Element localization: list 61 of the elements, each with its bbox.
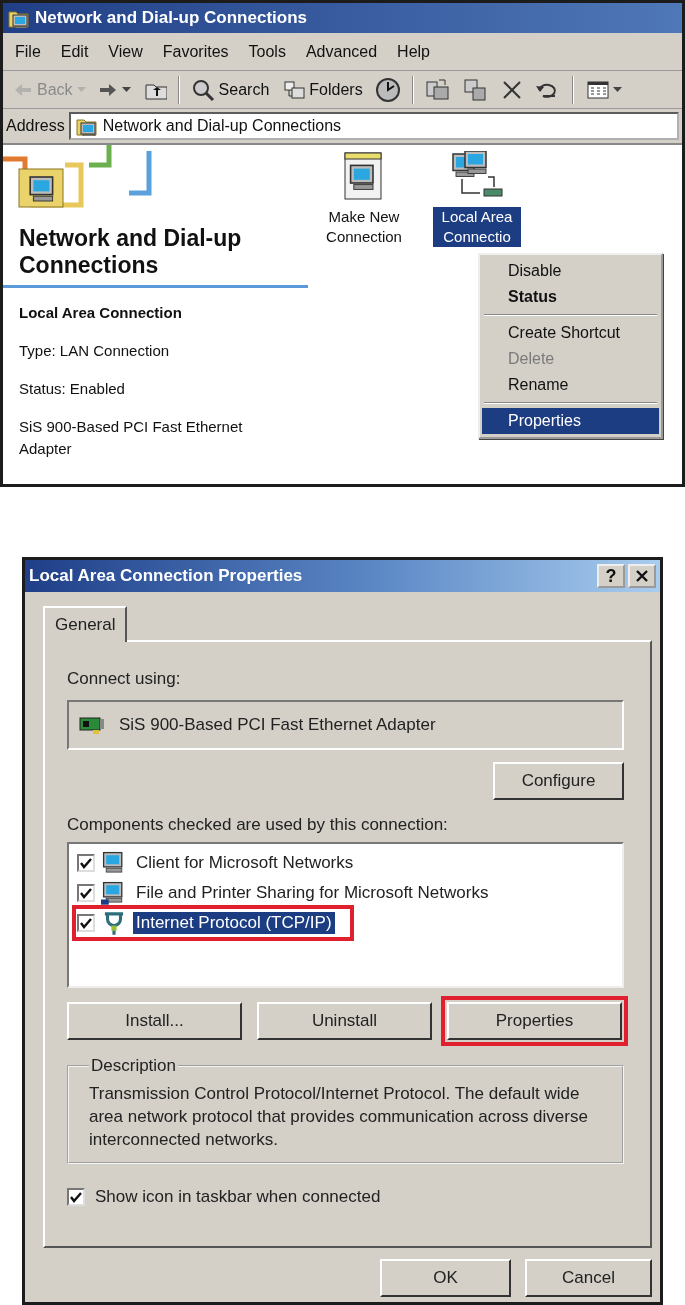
details-title: Local Area Connection	[19, 303, 183, 323]
network-folder-icon	[74, 116, 97, 136]
action-button[interactable]: Uninstall	[257, 1002, 432, 1040]
views-icon	[584, 79, 609, 100]
details-text: SiS 900-Based PCI Fast Ethernet Adapter	[19, 417, 244, 459]
group-legend: Description	[89, 1056, 179, 1076]
details-text: Status: Enabled	[19, 379, 126, 399]
toolbar-button[interactable]: Folders	[277, 77, 367, 102]
context-menu-item[interactable]: Properties	[482, 408, 659, 434]
dialog-title: Local Area Connection Properties	[29, 566, 303, 586]
action-button[interactable]: Properties	[447, 1002, 622, 1040]
network-card-icon	[79, 715, 105, 735]
menu-item[interactable]: View	[100, 39, 151, 64]
caret-icon	[76, 86, 86, 93]
clock-icon	[374, 76, 401, 103]
checkbox[interactable]	[67, 1188, 85, 1206]
adapter-field: SiS 900-Based PCI Fast Ethernet Adapter	[67, 700, 624, 750]
checkbox-label[interactable]: Show icon in taskbar when connected	[95, 1186, 381, 1208]
window-title: Network and Dial-up Connections	[35, 8, 308, 28]
context-menu-item[interactable]: Disable	[482, 258, 659, 284]
component-label[interactable]: File and Printer Sharing for Microsoft Networks	[133, 882, 492, 904]
help-button[interactable]: ?	[597, 564, 625, 588]
connect-using-label: Connect using:	[67, 668, 182, 690]
context-menu-item[interactable]: Rename	[482, 372, 659, 398]
page-heading: Network and Dial-up Connections	[19, 225, 243, 279]
address-label: Address	[6, 117, 65, 135]
checkbox[interactable]	[77, 914, 95, 932]
menu-item[interactable]: Help	[389, 39, 438, 64]
cancel-button[interactable]: Cancel	[525, 1259, 652, 1297]
close-icon	[635, 569, 649, 583]
checkbox[interactable]	[77, 854, 95, 872]
connection-label[interactable]: Make New Connection	[316, 207, 412, 247]
description-text: Transmission Control Protocol/Internet Protocol. The default wide area network protocol that provides communication across diverse interconnected networks.	[89, 1083, 589, 1151]
context-menu-item[interactable]: Create Shortcut	[482, 320, 659, 346]
menu-item[interactable]: Tools	[240, 39, 294, 64]
network-folder-icon	[7, 8, 29, 28]
address-field[interactable]: Network and Dial-up Connections	[68, 112, 679, 140]
folders-icon	[281, 79, 306, 100]
toolbar-button[interactable]: Search	[186, 75, 274, 104]
menu-item[interactable]: File	[7, 39, 49, 64]
copy-to-folder-icon	[462, 77, 489, 102]
delete-icon	[500, 78, 523, 101]
ok-button[interactable]: OK	[380, 1259, 511, 1297]
details-text: Type: LAN Connection	[19, 341, 171, 361]
menu-item[interactable]: Advanced	[297, 39, 386, 64]
components-label: Components checked are used by this connection:	[67, 814, 449, 836]
context-menu-item[interactable]: Status	[482, 284, 659, 310]
caret-icon	[121, 86, 131, 93]
menu-item[interactable]: Edit	[52, 39, 97, 64]
close-button[interactable]	[628, 564, 656, 588]
action-button[interactable]: Install...	[67, 1002, 242, 1040]
menu-item[interactable]: Favorites	[154, 39, 237, 64]
configure-button[interactable]: Configure	[493, 762, 624, 800]
caret-icon	[612, 86, 622, 93]
checkbox[interactable]	[77, 884, 95, 902]
search-icon	[190, 77, 215, 102]
connection-label[interactable]: Local Area Connectio	[433, 207, 521, 247]
move-to-folder-icon	[424, 77, 451, 102]
component-label[interactable]: Client for Microsoft Networks	[133, 852, 357, 874]
component-label[interactable]: Internet Protocol (TCP/IP)	[133, 912, 335, 934]
tab[interactable]: General	[43, 606, 128, 642]
